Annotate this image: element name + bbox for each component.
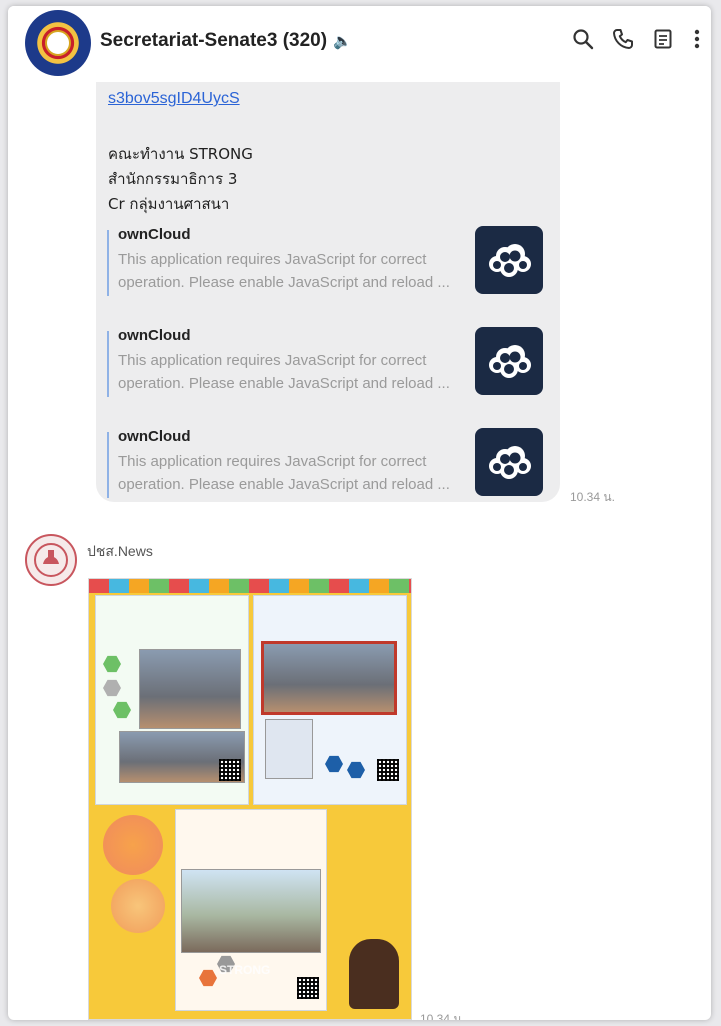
- chat-title-text: Secretariat-Senate3 (320): [100, 30, 328, 51]
- qr-code-icon: [219, 759, 241, 781]
- more-vertical-icon[interactable]: [684, 28, 710, 54]
- preview-title: ownCloud: [118, 226, 191, 243]
- preview-description: This application requires JavaScript for…: [118, 352, 450, 392]
- message-timestamp: 10.34 น.: [570, 490, 615, 504]
- message-text-line: สำนักกรรมาธิการ 3: [108, 170, 238, 188]
- notes-icon[interactable]: [650, 28, 676, 54]
- search-icon[interactable]: [570, 28, 596, 54]
- sender-avatar[interactable]: [25, 534, 77, 586]
- poster-cartoon-figure: [349, 939, 399, 1009]
- poster-circle-decoration: [103, 815, 163, 875]
- owncloud-logo-icon: [475, 226, 543, 294]
- message-link[interactable]: s3bov5sgID4UycS: [108, 90, 240, 108]
- speaker-muted-icon: 🔈: [333, 33, 352, 50]
- chat-header: Secretariat-Senate3 (320) 🔈: [8, 6, 711, 82]
- preview-title: ownCloud: [118, 428, 191, 445]
- poster-watermark: STRONG: [219, 963, 271, 977]
- preview-accent-bar: [107, 331, 109, 397]
- poster-photo: [265, 719, 313, 779]
- shared-image[interactable]: STRONG: [88, 578, 412, 1020]
- chat-title[interactable]: Secretariat-Senate3 (320) 🔈: [100, 30, 352, 52]
- poster-circle-decoration: [111, 879, 165, 933]
- preview-description: This application requires JavaScript for…: [118, 251, 450, 291]
- poster-photo: [139, 649, 241, 729]
- group-avatar[interactable]: [25, 10, 91, 76]
- qr-code-icon: [297, 977, 319, 999]
- message-list[interactable]: s3bov5sgID4UycS คณะทำงาน STRONG สำนักกรร…: [8, 82, 711, 1020]
- qr-code-icon: [377, 759, 399, 781]
- message-timestamp: 10.34 น.: [420, 1012, 465, 1020]
- message-text-line: Cr กลุ่มงานศาสนา: [108, 195, 230, 213]
- owncloud-logo-icon: [475, 327, 543, 395]
- sender-name[interactable]: ปชส.News: [87, 541, 153, 563]
- preview-accent-bar: [107, 432, 109, 498]
- poster-photo: [181, 869, 321, 953]
- preview-accent-bar: [107, 230, 109, 296]
- phone-icon[interactable]: [610, 28, 636, 54]
- link-preview-card[interactable]: ownCloud This application requires JavaS…: [107, 428, 549, 502]
- poster-border-decoration: [89, 579, 411, 593]
- owncloud-logo-icon: [475, 428, 543, 496]
- chat-window: Secretariat-Senate3 (320) 🔈 s3bov5sgID4Uy…: [8, 6, 711, 1020]
- poster-photo: [261, 641, 397, 715]
- link-preview-card[interactable]: ownCloud This application requires JavaS…: [107, 327, 549, 401]
- link-preview-card[interactable]: ownCloud This application requires JavaS…: [107, 226, 549, 300]
- preview-description: This application requires JavaScript for…: [118, 453, 450, 493]
- message-text-line: คณะทำงาน STRONG: [108, 145, 253, 163]
- preview-title: ownCloud: [118, 327, 191, 344]
